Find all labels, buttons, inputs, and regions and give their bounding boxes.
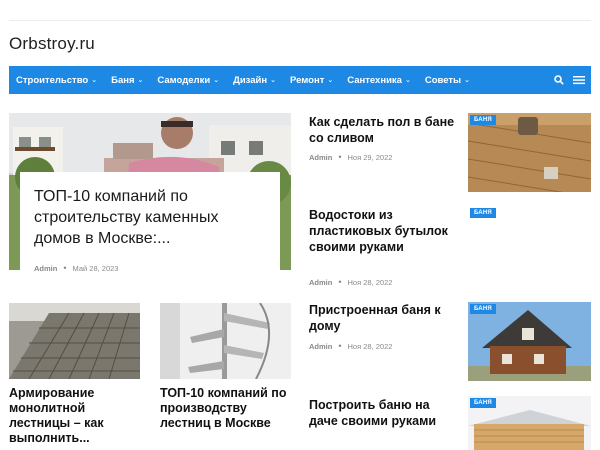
chevron-down-icon: ⌄ xyxy=(91,77,98,84)
chevron-down-icon: ⌄ xyxy=(213,77,220,84)
author-name[interactable]: Admin xyxy=(309,342,332,351)
category-badge[interactable]: БАНЯ xyxy=(470,304,496,314)
post-date: Ноя 28, 2022 xyxy=(347,342,393,351)
side-post-title[interactable]: Пристроенная баня к дому xyxy=(309,302,459,334)
meta-separator: • xyxy=(63,263,67,273)
post-date: Ноя 28, 2022 xyxy=(347,278,393,287)
side-post-title[interactable]: Построить баню на даче своими руками xyxy=(309,397,459,429)
author-name[interactable]: Admin xyxy=(34,264,57,273)
side-post-meta: Admin • Ноя 29, 2022 xyxy=(309,152,393,163)
chevron-down-icon: ⌄ xyxy=(327,77,334,84)
category-badge[interactable]: БАНЯ xyxy=(470,208,496,218)
featured-meta: Admin • Май 28, 2023 xyxy=(34,263,119,274)
nav-item-construction[interactable]: Строительство ⌄ xyxy=(16,75,97,86)
post-date: Ноя 29, 2022 xyxy=(347,153,393,162)
search-icon[interactable] xyxy=(554,75,564,85)
nav-item-diy[interactable]: Самоделки ⌄ xyxy=(157,75,219,86)
chevron-down-icon: ⌄ xyxy=(464,77,471,84)
menu-icon[interactable] xyxy=(573,75,585,85)
nav-label: Советы xyxy=(424,74,462,86)
featured-card[interactable]: ТОП-10 компаний по строительству каменны… xyxy=(20,172,280,272)
author-name[interactable]: Admin xyxy=(309,153,332,162)
post-title[interactable]: ТОП-10 компаний по производству лестниц … xyxy=(160,386,295,431)
meta-separator: • xyxy=(338,341,342,351)
post-image-rebar[interactable] xyxy=(9,303,140,379)
chevron-down-icon: ⌄ xyxy=(404,77,411,84)
nav-label: Строительство xyxy=(16,74,89,86)
nav-label: Самоделки xyxy=(157,74,211,86)
side-post-title[interactable]: Как сделать пол в бане со сливом xyxy=(309,114,459,146)
featured-title[interactable]: ТОП-10 компаний по строительству каменны… xyxy=(34,186,268,249)
nav-item-design[interactable]: Дизайн ⌄ xyxy=(233,75,276,86)
category-badge[interactable]: БАНЯ xyxy=(470,398,496,408)
post-date: Май 28, 2023 xyxy=(72,264,119,273)
nav-item-plumbing[interactable]: Сантехника ⌄ xyxy=(347,75,411,86)
category-badge[interactable]: БАНЯ xyxy=(470,115,496,125)
meta-separator: • xyxy=(338,277,342,287)
nav-item-banya[interactable]: Баня ⌄ xyxy=(111,75,143,86)
post-image-spiral-stairs[interactable] xyxy=(160,303,291,379)
side-post-meta: Admin • Ноя 28, 2022 xyxy=(309,277,393,288)
nav-label: Ремонт xyxy=(290,74,325,86)
nav-label: Сантехника xyxy=(347,74,402,86)
side-post-title[interactable]: Водостоки из пластиковых бутылок своими … xyxy=(309,207,459,255)
chevron-down-icon: ⌄ xyxy=(137,77,144,84)
header-divider xyxy=(9,20,591,21)
nav-item-repair[interactable]: Ремонт ⌄ xyxy=(290,75,333,86)
chevron-down-icon: ⌄ xyxy=(270,77,277,84)
nav-label: Баня xyxy=(111,74,135,86)
site-logo[interactable]: Orbstroy.ru xyxy=(9,34,95,54)
nav-label: Дизайн xyxy=(233,74,268,86)
nav-item-tips[interactable]: Советы ⌄ xyxy=(425,75,470,86)
main-nav: Строительство ⌄ Баня ⌄ Самоделки ⌄ Дизайн ⌄ … xyxy=(9,66,591,94)
post-title[interactable]: Армирование монолитной лестницы – как вы… xyxy=(9,386,140,446)
side-post-meta: Admin • Ноя 28, 2022 xyxy=(309,341,393,352)
author-name[interactable]: Admin xyxy=(309,278,332,287)
meta-separator: • xyxy=(338,152,342,162)
